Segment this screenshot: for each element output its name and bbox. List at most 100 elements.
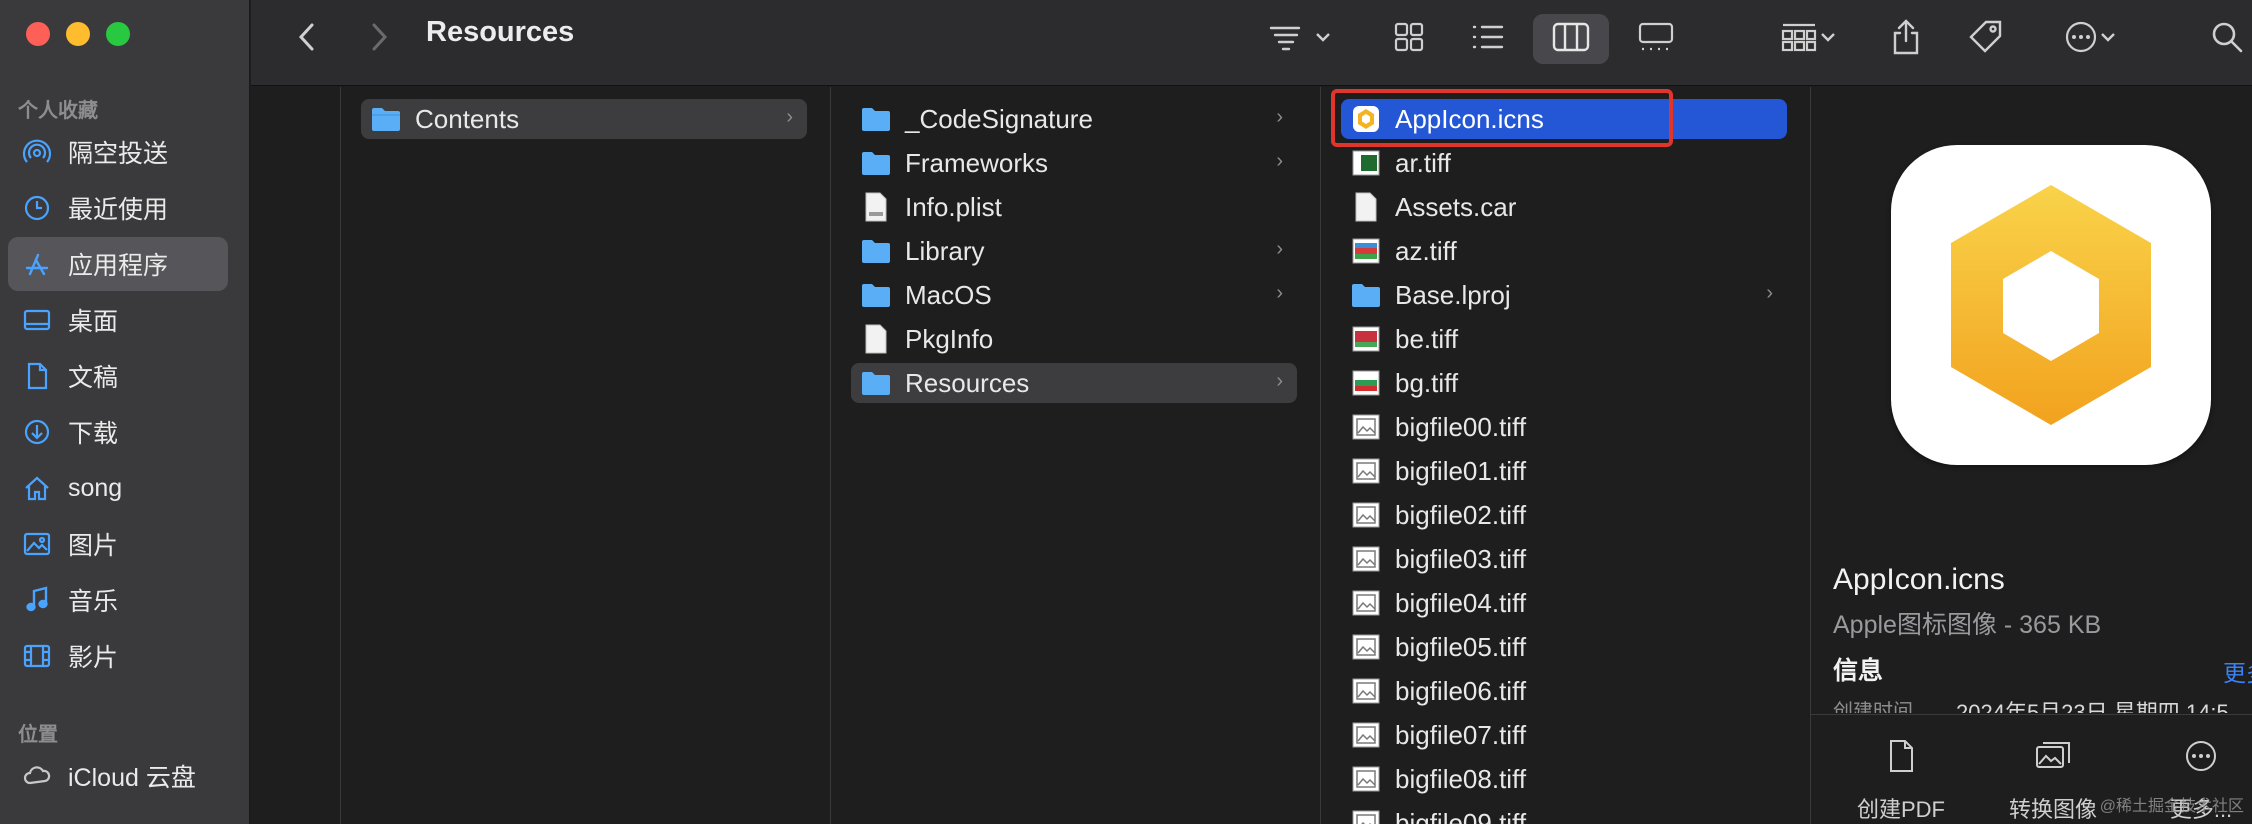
chevron-right-icon: › (1276, 106, 1283, 128)
tag-button[interactable] (1961, 14, 2011, 64)
column-1[interactable]: Contents › (341, 87, 831, 824)
group-button[interactable] (1769, 14, 1849, 64)
item-name: _CodeSignature (905, 103, 1093, 134)
image-file-icon (1351, 544, 1381, 574)
minimize-window-button[interactable] (66, 22, 90, 46)
list-icon (1471, 22, 1505, 57)
folder-icon (861, 368, 891, 398)
preview-pane: AppIcon.icns Apple图标图像 - 365 KB 信息 更多 创建… (1811, 87, 2252, 824)
sidebar-item-label: 隔空投送 (68, 140, 169, 168)
list-item-bigfile03[interactable]: bigfile03.tiff (1341, 539, 1787, 579)
preview-more-link[interactable]: 更多 (2223, 654, 2252, 688)
chevron-right-icon (368, 21, 390, 58)
action-menu-button[interactable] (2051, 14, 2131, 64)
list-item-bigfile02[interactable]: bigfile02.tiff (1341, 495, 1787, 535)
image-file-icon (1351, 676, 1381, 706)
list-item-library[interactable]: Library › (851, 231, 1297, 271)
photo-icon (22, 529, 52, 559)
sidebar-item-pictures[interactable]: 图片 (8, 517, 228, 571)
zoom-window-button[interactable] (106, 22, 130, 46)
back-button[interactable] (285, 14, 329, 64)
chevron-right-icon: › (1766, 282, 1773, 304)
flag-image-icon (1351, 236, 1381, 266)
create-pdf-button[interactable]: 创建PDF (1831, 739, 1971, 824)
item-name: bigfile01.tiff (1395, 455, 1527, 486)
ellipsis-circle-icon (2064, 20, 2098, 59)
download-icon (22, 417, 52, 447)
image-file-icon (1351, 412, 1381, 442)
list-item-ar-tiff[interactable]: ar.tiff (1341, 143, 1787, 183)
convert-image-icon (2034, 742, 2072, 777)
column-0[interactable] (251, 87, 341, 824)
item-name: bigfile08.tiff (1395, 763, 1527, 794)
sidebar-item-label: 最近使用 (68, 196, 169, 224)
list-item-contents[interactable]: Contents › (361, 99, 807, 139)
close-window-button[interactable] (26, 22, 50, 46)
sidebar-item-desktop[interactable]: 桌面 (8, 293, 228, 347)
preview-created-value: 2024年5月23日 星期四 14:5 (1956, 700, 2229, 713)
sidebar-item-movies[interactable]: 影片 (8, 629, 228, 683)
item-name: bg.tiff (1395, 367, 1459, 398)
image-file-icon (1351, 720, 1381, 750)
item-name: bigfile05.tiff (1395, 631, 1527, 662)
list-item-frameworks[interactable]: Frameworks › (851, 143, 1297, 183)
share-button[interactable] (1881, 14, 1931, 64)
sidebar-item-label: 影片 (68, 644, 119, 672)
toolbar: Resources (251, 0, 2252, 86)
folder-icon (371, 104, 401, 134)
list-item-bigfile04[interactable]: bigfile04.tiff (1341, 583, 1787, 623)
chevron-right-icon: › (1276, 150, 1283, 172)
list-item-bigfile09[interactable]: bigfile09.tiff (1341, 803, 1787, 824)
sidebar-item-label: 音乐 (68, 588, 119, 616)
search-icon (2210, 20, 2244, 59)
sidebar-item-music[interactable]: 音乐 (8, 573, 228, 627)
sidebar-item-documents[interactable]: 文稿 (8, 349, 228, 403)
column-2[interactable]: _CodeSignature › Frameworks › Info.plist… (831, 87, 1321, 824)
search-button[interactable] (2204, 14, 2250, 64)
forward-button[interactable] (357, 14, 401, 64)
list-view-button[interactable] (1463, 14, 1513, 64)
chevron-right-icon: › (1276, 238, 1283, 260)
column-3[interactable]: AppIcon.icns ar.tiff Assets.car az.tiff … (1321, 87, 1811, 824)
list-item-bigfile06[interactable]: bigfile06.tiff (1341, 671, 1787, 711)
list-item-bg-tiff[interactable]: bg.tiff (1341, 363, 1787, 403)
more-icon (2184, 741, 2218, 777)
sidebar-item-home[interactable]: song (8, 461, 228, 515)
highlight-box (1331, 89, 1673, 147)
grid-icon (1393, 21, 1425, 58)
sidebar-item-icloud[interactable]: iCloud 云盘 (8, 749, 228, 803)
column-view-button[interactable] (1533, 14, 1609, 64)
list-item-bigfile01[interactable]: bigfile01.tiff (1341, 451, 1787, 491)
list-item-bigfile07[interactable]: bigfile07.tiff (1341, 715, 1787, 755)
sidebar-item-applications[interactable]: 应用程序 (8, 237, 228, 291)
sort-button[interactable] (1256, 14, 1346, 64)
sidebar-item-airdrop[interactable]: 隔空投送 (8, 125, 228, 179)
list-item-codesignature[interactable]: _CodeSignature › (851, 99, 1297, 139)
list-item-resources[interactable]: Resources › (851, 363, 1297, 403)
list-item-bigfile08[interactable]: bigfile08.tiff (1341, 759, 1787, 799)
list-item-bigfile00[interactable]: bigfile00.tiff (1341, 407, 1787, 447)
list-item-info-plist[interactable]: Info.plist (851, 187, 1297, 227)
folder-icon (861, 148, 891, 178)
item-name: PkgInfo (905, 323, 994, 354)
list-item-be-tiff[interactable]: be.tiff (1341, 319, 1787, 359)
list-item-pkginfo[interactable]: PkgInfo (851, 319, 1297, 359)
list-item-assets-car[interactable]: Assets.car (1341, 187, 1787, 227)
sidebar-item-recents[interactable]: 最近使用 (8, 181, 228, 235)
list-item-base-lproj[interactable]: Base.lproj › (1341, 275, 1787, 315)
chevron-down-icon (2098, 27, 2118, 52)
gallery-view-button[interactable] (1626, 14, 1686, 64)
folder-icon (861, 280, 891, 310)
item-name: az.tiff (1395, 235, 1457, 266)
item-name: Info.plist (905, 191, 1002, 222)
list-item-az-tiff[interactable]: az.tiff (1341, 231, 1787, 271)
columns-icon (1552, 22, 1590, 57)
chevron-down-icon (1313, 27, 1333, 52)
list-item-bigfile05[interactable]: bigfile05.tiff (1341, 627, 1787, 667)
sidebar-item-downloads[interactable]: 下载 (8, 405, 228, 459)
list-item-macos[interactable]: MacOS › (851, 275, 1297, 315)
icon-view-button[interactable] (1384, 14, 1434, 64)
item-name: be.tiff (1395, 323, 1459, 354)
favorites-section-title: 个人收藏 (18, 100, 98, 122)
sidebar-item-label: iCloud 云盘 (68, 764, 196, 792)
